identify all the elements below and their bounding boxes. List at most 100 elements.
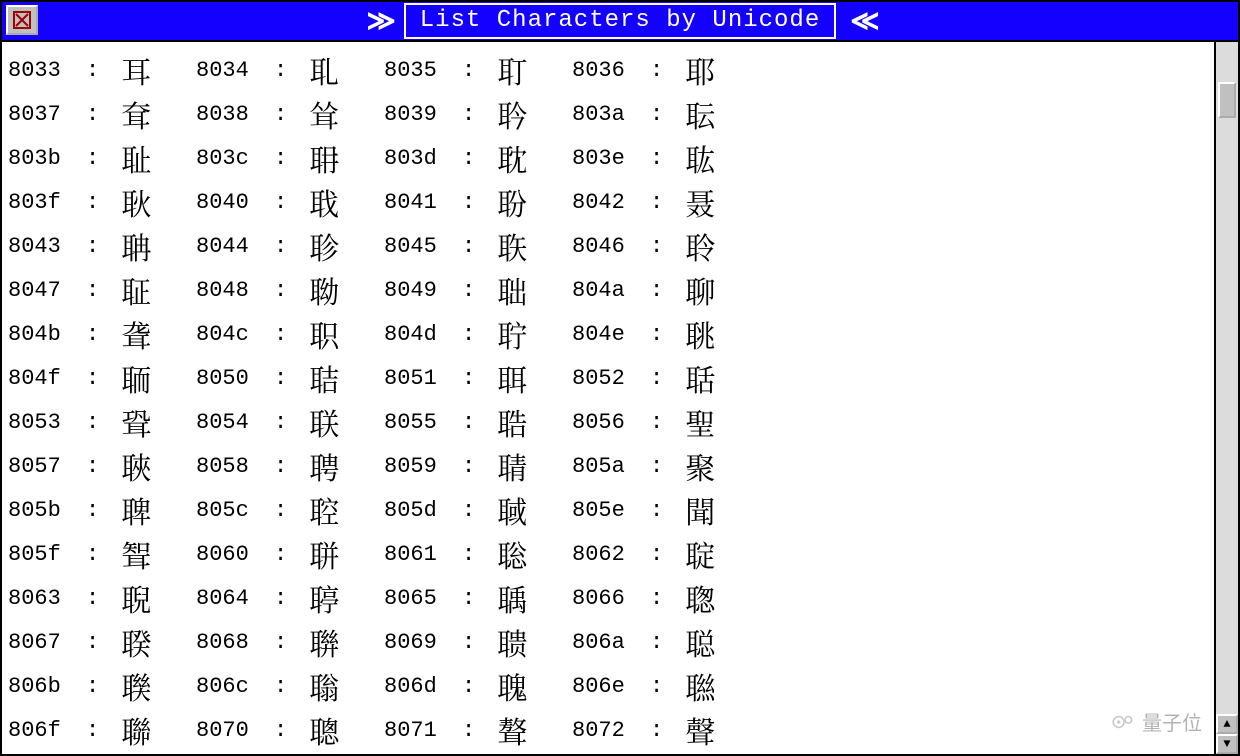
unicode-code: 8071	[384, 718, 462, 743]
char-entry[interactable]: 8056:聖	[572, 400, 760, 444]
char-entry[interactable]: 8065:聥	[384, 576, 572, 620]
char-entry[interactable]: 8034:耴	[196, 48, 384, 92]
glyph: 聏	[121, 363, 151, 393]
char-entry[interactable]: 8045:聅	[384, 224, 572, 268]
char-entry[interactable]: 8038:耸	[196, 92, 384, 136]
colon: :	[650, 58, 663, 83]
char-entry[interactable]: 8040:聀	[196, 180, 384, 224]
scrollbar-up-button[interactable]: ▲	[1216, 714, 1238, 734]
unicode-code: 806c	[196, 674, 274, 699]
char-entry[interactable]: 8041:聁	[384, 180, 572, 224]
glyph: 聝	[497, 495, 527, 525]
char-entry[interactable]: 8035:耵	[384, 48, 572, 92]
char-entry[interactable]: 8054:联	[196, 400, 384, 444]
char-entry[interactable]: 8044:聄	[196, 224, 384, 268]
char-entry[interactable]: 8053:聓	[8, 400, 196, 444]
glyph: 聨	[309, 627, 339, 657]
char-entry[interactable]: 804a:聊	[572, 268, 760, 312]
char-entry[interactable]: 8042:聂	[572, 180, 760, 224]
char-entry[interactable]: 803e:耾	[572, 136, 760, 180]
glyph: 聦	[685, 583, 715, 613]
char-entry[interactable]: 8062:聢	[572, 532, 760, 576]
char-entry[interactable]: 805d:聝	[384, 488, 572, 532]
colon: :	[650, 630, 663, 655]
vertical-scrollbar[interactable]: ▲ ▼	[1214, 42, 1238, 754]
char-entry[interactable]: 8049:聉	[384, 268, 572, 312]
colon: :	[274, 498, 287, 523]
char-entry[interactable]: 806d:聭	[384, 664, 572, 708]
char-entry[interactable]: 804d:聍	[384, 312, 572, 356]
char-entry[interactable]: 8067:聧	[8, 620, 196, 664]
char-entry[interactable]: 804c:职	[196, 312, 384, 356]
char-entry[interactable]: 8071:聱	[384, 708, 572, 752]
char-entry[interactable]: 8068:聨	[196, 620, 384, 664]
char-entry[interactable]: 8043:聃	[8, 224, 196, 268]
char-entry[interactable]: 8055:聕	[384, 400, 572, 444]
char-entry[interactable]: 8037:耷	[8, 92, 196, 136]
char-entry[interactable]: 803d:耽	[384, 136, 572, 180]
scrollbar-track[interactable]	[1216, 42, 1238, 714]
unicode-code: 8057	[8, 454, 86, 479]
char-entry[interactable]: 8048:聈	[196, 268, 384, 312]
char-entry[interactable]: 806a:聪	[572, 620, 760, 664]
char-entry[interactable]: 806e:聮	[572, 664, 760, 708]
unicode-code: 8035	[384, 58, 462, 83]
char-entry[interactable]: 804e:聎	[572, 312, 760, 356]
char-entry[interactable]: 8059:聙	[384, 444, 572, 488]
char-entry[interactable]: 8069:聩	[384, 620, 572, 664]
char-entry[interactable]: 805e:聞	[572, 488, 760, 532]
char-entry[interactable]: 805a:聚	[572, 444, 760, 488]
char-entry[interactable]: 8050:聐	[196, 356, 384, 400]
char-entry[interactable]: 8061:聡	[384, 532, 572, 576]
char-entry[interactable]: 803a:耺	[572, 92, 760, 136]
glyph: 聎	[685, 319, 715, 349]
char-entry[interactable]: 8036:耶	[572, 48, 760, 92]
glyph: 聒	[685, 363, 715, 393]
char-entry[interactable]: 806c:聬	[196, 664, 384, 708]
colon: :	[650, 454, 663, 479]
colon: :	[462, 630, 475, 655]
char-entry[interactable]: 8066:聦	[572, 576, 760, 620]
char-entry[interactable]: 804f:聏	[8, 356, 196, 400]
char-entry[interactable]: 803b:耻	[8, 136, 196, 180]
char-entry[interactable]: 8051:聑	[384, 356, 572, 400]
colon: :	[462, 322, 475, 347]
char-entry[interactable]: 8058:聘	[196, 444, 384, 488]
unicode-code: 8062	[572, 542, 650, 567]
char-entry[interactable]: 8057:聗	[8, 444, 196, 488]
char-entry[interactable]: 806b:聫	[8, 664, 196, 708]
colon: :	[274, 278, 287, 303]
glyph: 聣	[121, 583, 151, 613]
char-entry[interactable]: 804b:聋	[8, 312, 196, 356]
char-entry[interactable]: 8039:耹	[384, 92, 572, 136]
char-entry[interactable]: 8070:聰	[196, 708, 384, 752]
char-entry[interactable]: 8033:耳	[8, 48, 196, 92]
char-entry[interactable]: 8064:聤	[196, 576, 384, 620]
char-entry[interactable]: 8060:聠	[196, 532, 384, 576]
char-entry[interactable]: 8072:聲	[572, 708, 760, 752]
chevron-right-icon: ≫	[366, 4, 389, 39]
char-entry[interactable]: 8046:聆	[572, 224, 760, 268]
unicode-code: 8053	[8, 410, 86, 435]
char-entry[interactable]: 806f:聯	[8, 708, 196, 752]
char-entry[interactable]: 805b:聛	[8, 488, 196, 532]
scrollbar-down-button[interactable]: ▼	[1216, 734, 1238, 754]
unicode-code: 8048	[196, 278, 274, 303]
char-entry[interactable]: 805f:聟	[8, 532, 196, 576]
colon: :	[86, 190, 99, 215]
system-menu-button[interactable]	[6, 5, 38, 35]
window-body: 8033:耳8034:耴8035:耵8036:耶 8037:耷8038:耸8039…	[2, 42, 1238, 754]
unicode-code: 8054	[196, 410, 274, 435]
unicode-code: 8067	[8, 630, 86, 655]
char-entry[interactable]: 8052:聒	[572, 356, 760, 400]
glyph: 耷	[121, 99, 151, 129]
char-entry[interactable]: 8047:聇	[8, 268, 196, 312]
char-entry[interactable]: 803f:耿	[8, 180, 196, 224]
unicode-code: 8044	[196, 234, 274, 259]
scrollbar-thumb[interactable]	[1218, 82, 1236, 118]
colon: :	[650, 718, 663, 743]
char-entry[interactable]: 803c:耼	[196, 136, 384, 180]
colon: :	[274, 542, 287, 567]
char-entry[interactable]: 8063:聣	[8, 576, 196, 620]
char-entry[interactable]: 805c:聜	[196, 488, 384, 532]
